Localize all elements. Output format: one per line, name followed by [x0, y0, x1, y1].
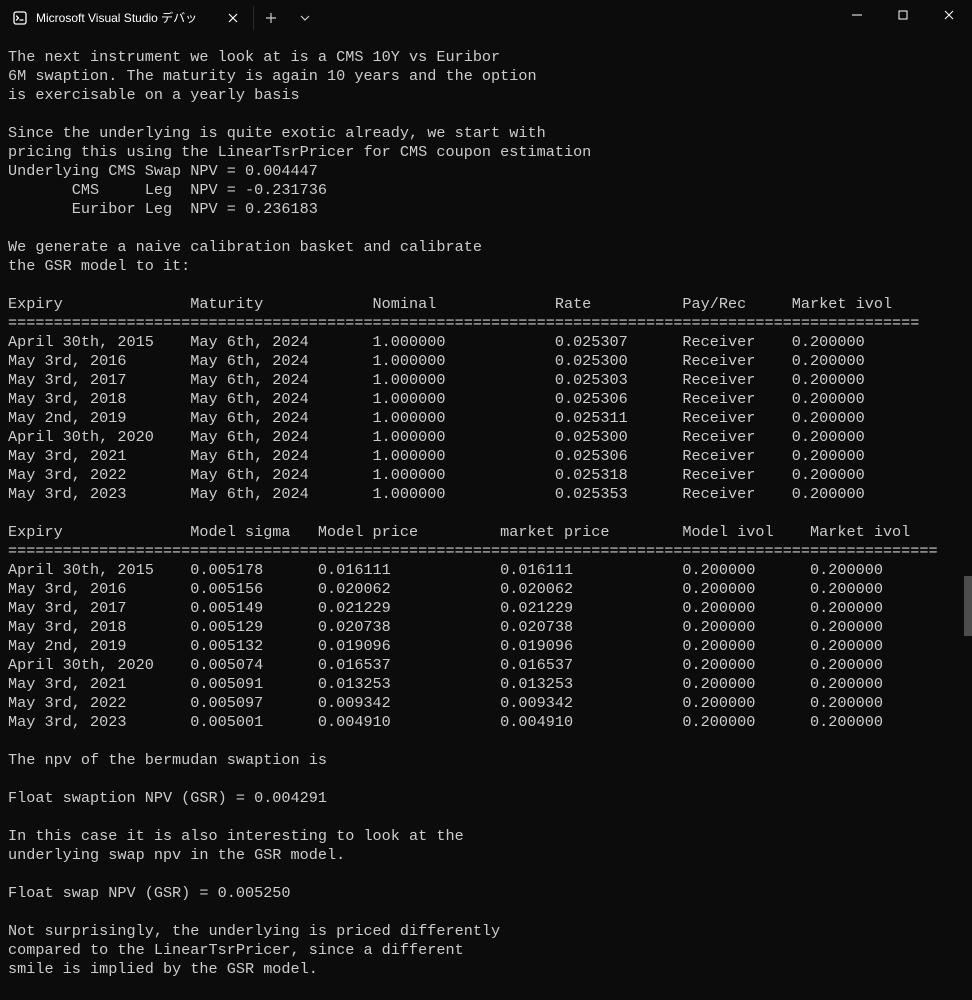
blank-line: [8, 808, 964, 827]
text-line: pricing this using the LinearTsrPricer f…: [8, 143, 964, 162]
minimize-button[interactable]: [834, 0, 880, 30]
table-row: May 3rd, 2016 0.005156 0.020062 0.020062…: [8, 580, 964, 599]
scrollbar[interactable]: [964, 36, 972, 1000]
blank-line: [8, 276, 964, 295]
table-row: May 3rd, 2021 0.005091 0.013253 0.013253…: [8, 675, 964, 694]
table-row: May 3rd, 2023 0.005001 0.004910 0.004910…: [8, 713, 964, 732]
blank-line: [8, 903, 964, 922]
npv-line: Float swaption NPV (GSR) = 0.004291: [8, 789, 964, 808]
close-window-button[interactable]: [926, 0, 972, 30]
text-line: the GSR model to it:: [8, 257, 964, 276]
text-line: 6M swaption. The maturity is again 10 ye…: [8, 67, 964, 86]
table-row: May 2nd, 2019 0.005132 0.019096 0.019096…: [8, 637, 964, 656]
text-line: smile is implied by the GSR model.: [8, 960, 964, 979]
table-header: Expiry Maturity Nominal Rate Pay/Rec Mar…: [8, 295, 964, 314]
table-row: May 3rd, 2018 0.005129 0.020738 0.020738…: [8, 618, 964, 637]
blank-line: [8, 732, 964, 751]
text-line: is exercisable on a yearly basis: [8, 86, 964, 105]
text-line: Since the underlying is quite exotic alr…: [8, 124, 964, 143]
text-line: Not surprisingly, the underlying is pric…: [8, 922, 964, 941]
blank-line: [8, 770, 964, 789]
table-row: May 3rd, 2018 May 6th, 2024 1.000000 0.0…: [8, 390, 964, 409]
table-row: May 3rd, 2017 May 6th, 2024 1.000000 0.0…: [8, 371, 964, 390]
blank-line: [8, 219, 964, 238]
blank-line: [8, 865, 964, 884]
table-rule: ========================================…: [8, 542, 964, 561]
tabstrip: Microsoft Visual Studio デバッ: [0, 0, 322, 36]
table-row: May 3rd, 2016 May 6th, 2024 1.000000 0.0…: [8, 352, 964, 371]
table-row: April 30th, 2020 0.005074 0.016537 0.016…: [8, 656, 964, 675]
close-tab-button[interactable]: [225, 10, 241, 26]
table-rule: ========================================…: [8, 314, 964, 333]
npv-line: Underlying CMS Swap NPV = 0.004447: [8, 162, 964, 181]
table-row: May 3rd, 2022 0.005097 0.009342 0.009342…: [8, 694, 964, 713]
table-row: May 3rd, 2023 May 6th, 2024 1.000000 0.0…: [8, 485, 964, 504]
active-tab[interactable]: Microsoft Visual Studio デバッ: [0, 0, 253, 36]
blank-line: [8, 504, 964, 523]
tab-title: Microsoft Visual Studio デバッ: [36, 9, 197, 28]
tab-dropdown-button[interactable]: [288, 0, 322, 36]
table-row: April 30th, 2015 0.005178 0.016111 0.016…: [8, 561, 964, 580]
text-line: compared to the LinearTsrPricer, since a…: [8, 941, 964, 960]
app-icon: [12, 10, 28, 26]
new-tab-button[interactable]: [254, 0, 288, 36]
table-row: May 3rd, 2017 0.005149 0.021229 0.021229…: [8, 599, 964, 618]
window-controls: [834, 0, 972, 30]
table-header: Expiry Model sigma Model price market pr…: [8, 523, 964, 542]
titlebar: Microsoft Visual Studio デバッ: [0, 0, 972, 36]
table-row: May 2nd, 2019 May 6th, 2024 1.000000 0.0…: [8, 409, 964, 428]
npv-line: Euribor Leg NPV = 0.236183: [8, 200, 964, 219]
scrollbar-thumb[interactable]: [964, 576, 972, 636]
text-line: We generate a naive calibration basket a…: [8, 238, 964, 257]
npv-line: Float swap NPV (GSR) = 0.005250: [8, 884, 964, 903]
npv-line: CMS Leg NPV = -0.231736: [8, 181, 964, 200]
table-row: May 3rd, 2021 May 6th, 2024 1.000000 0.0…: [8, 447, 964, 466]
table-row: April 30th, 2020 May 6th, 2024 1.000000 …: [8, 428, 964, 447]
terminal-output[interactable]: The next instrument we look at is a CMS …: [0, 36, 972, 1000]
blank-line: [8, 105, 964, 124]
text-line: The npv of the bermudan swaption is: [8, 751, 964, 770]
maximize-button[interactable]: [880, 0, 926, 30]
text-line: In this case it is also interesting to l…: [8, 827, 964, 846]
text-line: The next instrument we look at is a CMS …: [8, 48, 964, 67]
text-line: underlying swap npv in the GSR model.: [8, 846, 964, 865]
table-row: April 30th, 2015 May 6th, 2024 1.000000 …: [8, 333, 964, 352]
table-row: May 3rd, 2022 May 6th, 2024 1.000000 0.0…: [8, 466, 964, 485]
